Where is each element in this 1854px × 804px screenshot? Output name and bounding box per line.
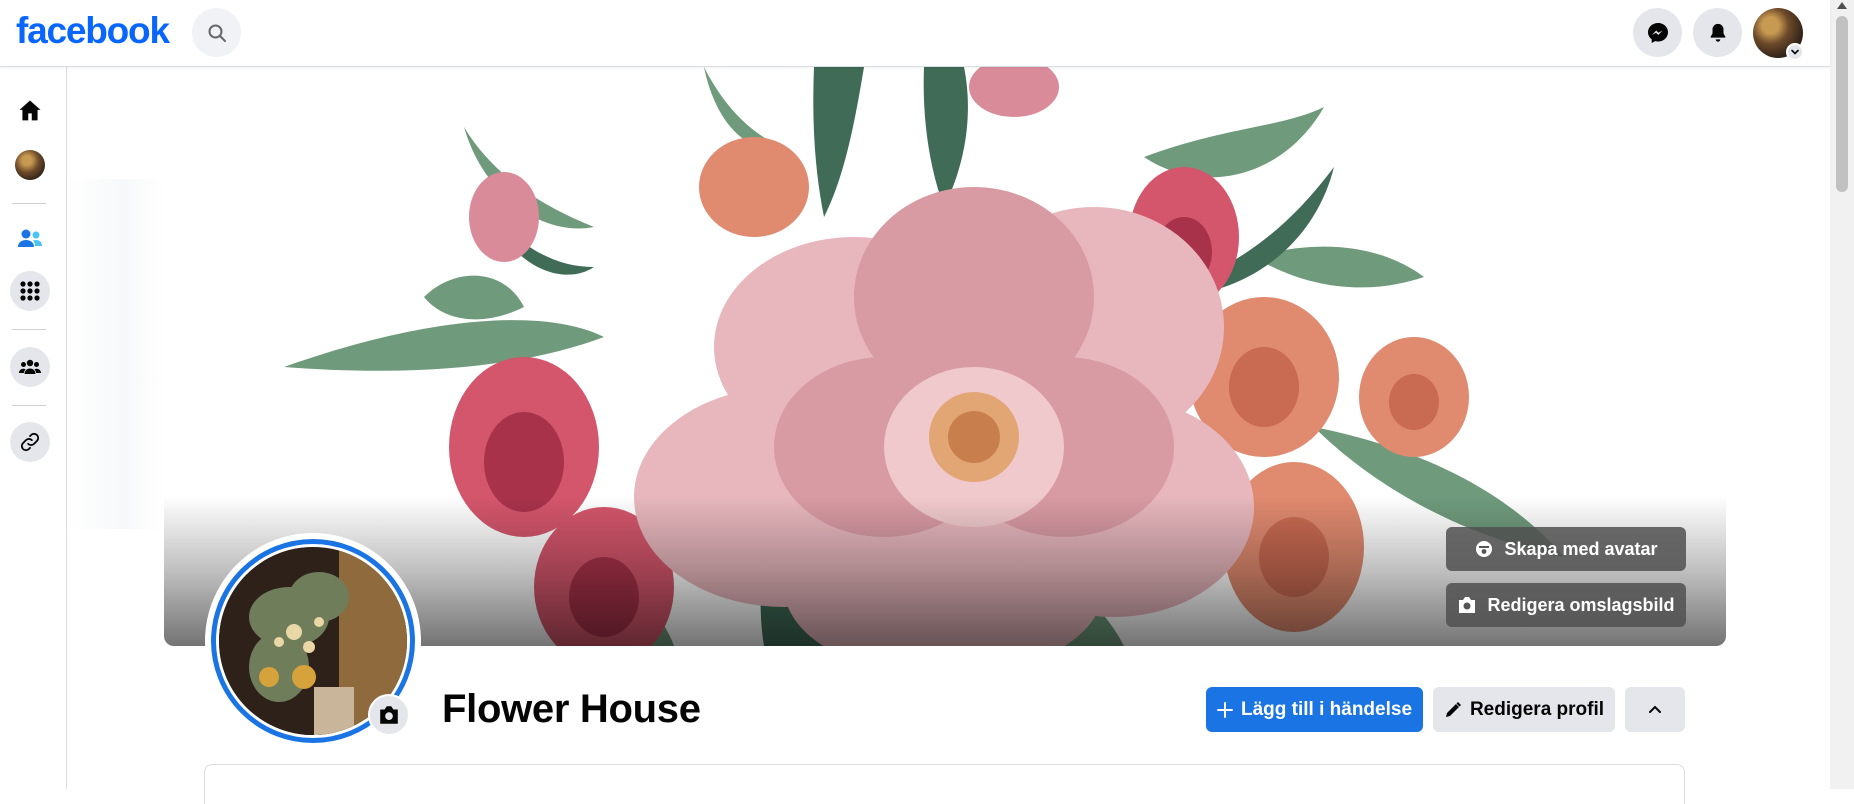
camera-icon [380,706,398,724]
link-icon [20,432,40,452]
create-with-avatar-button[interactable]: Skapa med avatar [1446,527,1686,571]
scroll-thumb[interactable] [1836,16,1848,192]
page-title: Flower House [442,687,701,731]
rail-friends[interactable] [10,219,50,259]
rail-links[interactable] [10,422,50,462]
change-profile-picture-button[interactable] [368,694,410,736]
left-navigation-rail [0,67,67,789]
apps-grid-icon [20,281,40,301]
pencil-icon [1445,701,1461,717]
rail-divider [12,203,46,204]
messenger-button[interactable] [1633,8,1682,57]
rail-home[interactable] [10,91,50,131]
chevron-down-icon [1791,49,1799,55]
top-navigation-bar: facebook [0,0,1830,67]
chevron-up-icon [1649,705,1661,713]
profile-main: Skapa med avatar Redigera omslagsbild Fl… [67,67,1830,804]
facebook-logo[interactable]: facebook [16,10,170,52]
rail-profile[interactable] [10,145,50,185]
account-menu-chevron[interactable] [1786,43,1804,61]
scroll-up-arrow[interactable] [1837,2,1847,9]
friends-icon [18,229,42,247]
messenger-icon [1647,22,1668,43]
edit-cover-photo-label: Redigera omslagsbild [1487,594,1675,615]
add-to-event-label: Lägg till i händelse [1240,698,1413,720]
home-icon [19,100,41,121]
background-decoration [67,179,164,529]
plus-icon [1216,701,1233,718]
edit-profile-button[interactable]: Redigera profil [1433,687,1615,732]
camera-icon [1459,597,1476,613]
rail-divider [12,329,46,330]
bell-icon [1710,23,1725,42]
add-to-event-button[interactable]: Lägg till i händelse [1206,687,1423,732]
collapse-button[interactable] [1625,687,1685,732]
search-button[interactable] [192,8,241,57]
notifications-button[interactable] [1693,8,1742,57]
avatar-icon [1476,541,1493,557]
create-with-avatar-label: Skapa med avatar [1504,538,1658,559]
profile-avatar [15,150,45,180]
rail-groups[interactable] [10,347,50,387]
rail-apps[interactable] [10,271,50,311]
page-scrollbar[interactable] [1830,0,1854,789]
edit-profile-label: Redigera profil [1469,698,1605,720]
search-icon [208,24,226,42]
edit-cover-photo-button[interactable]: Redigera omslagsbild [1446,583,1686,627]
profile-tabs-card [204,764,1685,804]
rail-divider [12,405,46,406]
groups-icon [19,359,41,374]
